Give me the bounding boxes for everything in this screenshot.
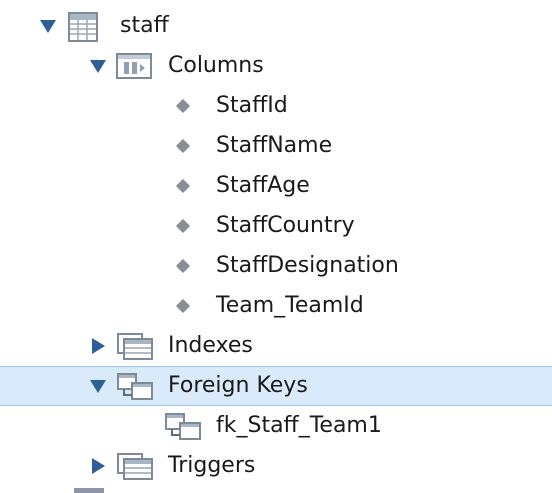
- foreign-key-icon: [164, 411, 202, 441]
- columns-folder-icon: [116, 53, 152, 79]
- column-item[interactable]: StaffCountry: [0, 206, 552, 246]
- expand-arrow-foreign-keys[interactable]: [90, 380, 106, 393]
- tree-node-columns[interactable]: Columns: [0, 46, 552, 86]
- tree-node-staff[interactable]: staff: [0, 6, 552, 46]
- foreign-keys-folder-icon: [116, 371, 154, 401]
- next-node-partial-icon: [74, 488, 104, 493]
- tree-label-columns: Columns: [168, 53, 264, 78]
- tree-node-foreign-keys[interactable]: Foreign Keys: [0, 366, 552, 406]
- column-label: StaffDesignation: [216, 253, 399, 278]
- column-label: StaffName: [216, 133, 333, 158]
- column-diamond-icon: [175, 298, 191, 314]
- column-label: Team_TeamId: [216, 293, 364, 318]
- column-item[interactable]: Team_TeamId: [0, 286, 552, 326]
- tree-label-staff: staff: [120, 13, 169, 38]
- column-label: StaffAge: [216, 173, 310, 198]
- column-diamond-icon: [175, 138, 191, 154]
- column-diamond-icon: [175, 258, 191, 274]
- expand-arrow-indexes[interactable]: [92, 338, 105, 354]
- expand-arrow-staff[interactable]: [40, 20, 56, 33]
- schema-tree: staff Columns StaffId StaffName StaffAge…: [0, 0, 552, 493]
- indexes-folder-icon: [116, 331, 154, 361]
- table-icon: [68, 12, 98, 42]
- expand-arrow-triggers[interactable]: [92, 458, 105, 474]
- expand-arrow-columns[interactable]: [90, 60, 106, 73]
- tree-label-fk-staff-team1: fk_Staff_Team1: [216, 413, 382, 438]
- foreign-key-item[interactable]: fk_Staff_Team1: [0, 406, 552, 446]
- column-item[interactable]: StaffName: [0, 126, 552, 166]
- tree-label-triggers: Triggers: [168, 453, 256, 478]
- column-item[interactable]: StaffAge: [0, 166, 552, 206]
- column-label: StaffCountry: [216, 213, 355, 238]
- column-item[interactable]: StaffId: [0, 86, 552, 126]
- tree-node-indexes[interactable]: Indexes: [0, 326, 552, 366]
- tree-node-triggers[interactable]: Triggers: [0, 446, 552, 486]
- tree-label-indexes: Indexes: [168, 333, 253, 358]
- column-diamond-icon: [175, 98, 191, 114]
- column-label: StaffId: [216, 93, 288, 118]
- column-item[interactable]: StaffDesignation: [0, 246, 552, 286]
- column-diamond-icon: [175, 218, 191, 234]
- tree-label-foreign-keys: Foreign Keys: [168, 373, 308, 398]
- column-diamond-icon: [175, 178, 191, 194]
- triggers-folder-icon: [116, 451, 154, 481]
